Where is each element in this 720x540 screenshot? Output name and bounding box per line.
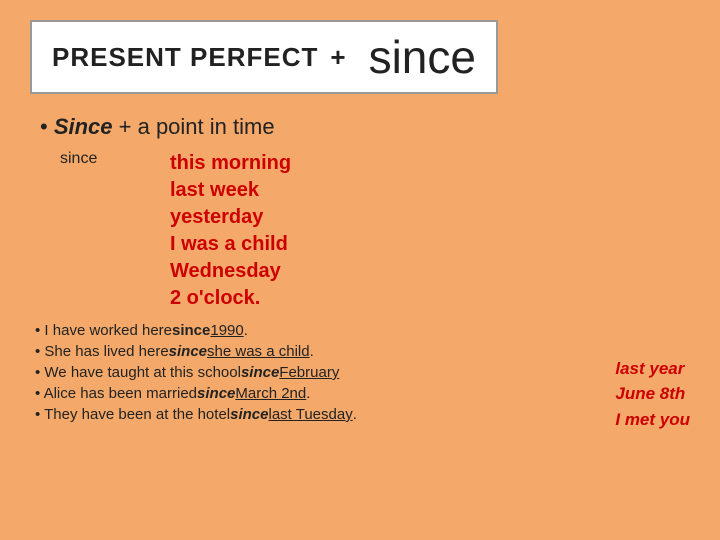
s2-end: . xyxy=(310,343,314,360)
s5-ref: last Tuesday xyxy=(268,406,352,423)
s3-p1: • We have taught at this school xyxy=(35,364,241,381)
title-main: PRESENT PERFECT xyxy=(52,42,318,73)
sentence-3: • We have taught at this school since Fe… xyxy=(35,364,690,381)
s1-ref: 1990 xyxy=(210,322,243,339)
s4-p1: • Alice has been married xyxy=(35,385,197,402)
s3-ref: February xyxy=(279,364,339,381)
example-2: last week xyxy=(170,177,291,204)
example-1: this morning xyxy=(170,150,291,177)
sentences-section: • I have worked here since 1990. • She h… xyxy=(35,322,690,423)
sentence-2: • She has lived here since she was a chi… xyxy=(35,343,690,360)
s1-end: . xyxy=(244,322,248,339)
s2-ref: she was a child xyxy=(207,343,310,360)
bullet-section: • Since + a point in time since this mor… xyxy=(40,114,690,312)
sentence-1: • I have worked here since 1990. xyxy=(35,322,690,339)
example-4: I was a child xyxy=(170,231,291,258)
title-plus: + xyxy=(330,42,346,73)
since-label: since xyxy=(60,150,170,312)
since-examples: this morning last week yesterday I was a… xyxy=(170,150,291,312)
example-3: yesterday xyxy=(170,204,291,231)
since-point: • Since + a point in time xyxy=(40,114,690,140)
right-item-2: June 8th xyxy=(615,381,685,407)
s1-p1: • I have worked here xyxy=(35,322,172,339)
s4-end: . xyxy=(306,385,310,402)
s1-since: since xyxy=(172,322,210,339)
s2-since: since xyxy=(169,343,207,360)
s5-since: since xyxy=(230,406,268,423)
right-item-1: last year xyxy=(615,356,684,382)
sentence-4: • Alice has been married since March 2nd… xyxy=(35,385,690,402)
since-label-row: since this morning last week yesterday I… xyxy=(60,150,690,312)
sentence-5: • They have been at the hotel since last… xyxy=(35,406,690,423)
s3-since: since xyxy=(241,364,279,381)
s2-p1: • She has lived here xyxy=(35,343,169,360)
s4-ref: March 2nd xyxy=(235,385,306,402)
right-item-3: I met you xyxy=(615,407,690,433)
since-italic: Since xyxy=(54,114,113,139)
example-6: 2 o'clock. xyxy=(170,285,291,312)
right-column: last year June 8th I met you xyxy=(615,356,690,433)
main-container: PRESENT PERFECT + since • Since + a poin… xyxy=(0,0,720,540)
s4-since: since xyxy=(197,385,235,402)
example-5: Wednesday xyxy=(170,258,291,285)
s5-p1: • They have been at the hotel xyxy=(35,406,230,423)
title-box: PRESENT PERFECT + since xyxy=(30,20,498,94)
s5-end: . xyxy=(353,406,357,423)
title-since: since xyxy=(369,30,476,84)
